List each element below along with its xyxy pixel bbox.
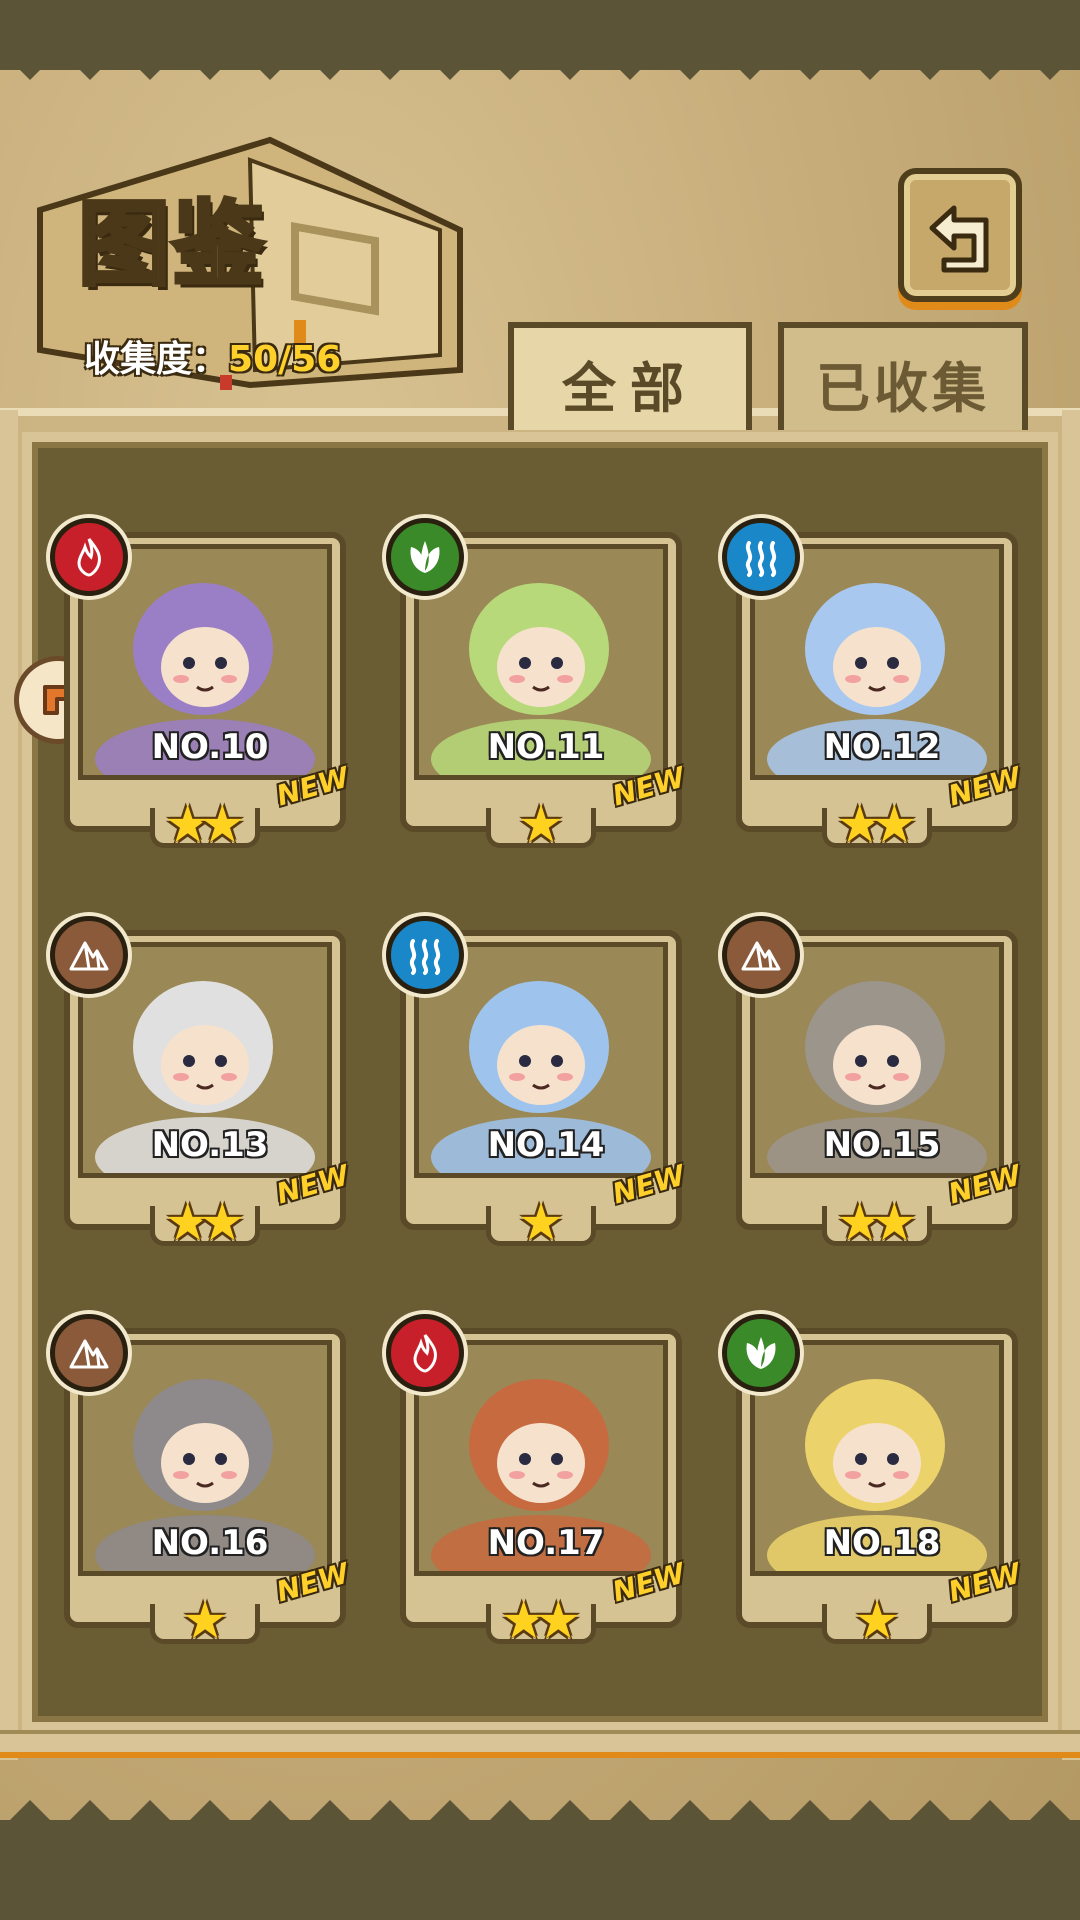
star-icon: ★ — [199, 795, 246, 855]
star-icon: ★ — [517, 795, 565, 855]
star-rating: ★ — [736, 1591, 1018, 1651]
character-card[interactable]: NO.12 NEW ★★ — [722, 518, 1025, 855]
star-rating: ★ — [400, 795, 682, 855]
star-icon: ★ — [517, 1193, 565, 1253]
page-title: 图鉴 — [76, 188, 267, 300]
card-number: NO.17 — [487, 1523, 605, 1563]
tab-collected[interactable]: 已收集 — [778, 322, 1028, 430]
star-icon: ★ — [181, 1591, 229, 1651]
star-icon: ★ — [871, 1193, 918, 1253]
character-card[interactable]: NO.16 NEW ★ — [50, 1314, 353, 1651]
earth-icon — [50, 1314, 128, 1392]
star-rating: ★★ — [64, 1193, 346, 1253]
leaf-icon — [722, 1314, 800, 1392]
character-card[interactable]: NO.17 NEW ★★ — [386, 1314, 689, 1651]
earth-icon — [50, 916, 128, 994]
back-arrow-icon — [929, 205, 989, 273]
top-zigzag-border — [0, 40, 1080, 80]
card-number: NO.10 — [151, 727, 269, 767]
collection-value: 50/56 — [228, 339, 342, 380]
character-card[interactable]: NO.11 NEW ★ — [386, 518, 689, 855]
tab-collected-label: 已收集 — [816, 357, 990, 420]
earth-icon — [722, 916, 800, 994]
character-card[interactable]: NO.18 NEW ★ — [722, 1314, 1025, 1651]
character-card[interactable]: NO.15 NEW ★★ — [722, 916, 1025, 1253]
card-number: NO.11 — [487, 727, 605, 767]
tab-all-label: 全部 — [562, 357, 698, 420]
collection-progress: 收集度：50/56 — [84, 330, 341, 382]
card-number: NO.12 — [823, 727, 941, 767]
card-number: NO.13 — [151, 1125, 269, 1165]
back-button[interactable] — [898, 168, 1022, 302]
panel-frame-bottom — [0, 1730, 1080, 1758]
bottom-zigzag-border — [0, 1800, 1080, 1840]
star-icon: ★ — [871, 795, 918, 855]
star-icon: ★ — [199, 1193, 246, 1253]
star-icon: ★ — [535, 1591, 582, 1651]
leaf-icon — [386, 518, 464, 596]
fire-icon — [50, 518, 128, 596]
collection-label: 收集度： — [84, 339, 229, 380]
star-rating: ★★ — [64, 795, 346, 855]
star-icon: ★ — [853, 1591, 901, 1651]
character-card[interactable]: NO.14 NEW ★ — [386, 916, 689, 1253]
card-number: NO.16 — [151, 1523, 269, 1563]
character-card[interactable]: NO.13 NEW ★★ — [50, 916, 353, 1253]
star-rating: ★★ — [400, 1591, 682, 1651]
fire-icon — [386, 1314, 464, 1392]
star-rating: ★ — [64, 1591, 346, 1651]
card-number: NO.18 — [823, 1523, 941, 1563]
card-number: NO.14 — [487, 1125, 605, 1165]
star-rating: ★ — [400, 1193, 682, 1253]
star-rating: ★★ — [736, 1193, 1018, 1253]
character-card[interactable]: NO.10 NEW ★★ — [50, 518, 353, 855]
star-rating: ★★ — [736, 795, 1018, 855]
card-number: NO.15 — [823, 1125, 941, 1165]
water-icon — [386, 916, 464, 994]
tab-all[interactable]: 全部 — [508, 322, 752, 430]
water-icon — [722, 518, 800, 596]
panel-frame-right — [1062, 410, 1080, 1760]
panel-frame-left — [0, 410, 18, 1760]
